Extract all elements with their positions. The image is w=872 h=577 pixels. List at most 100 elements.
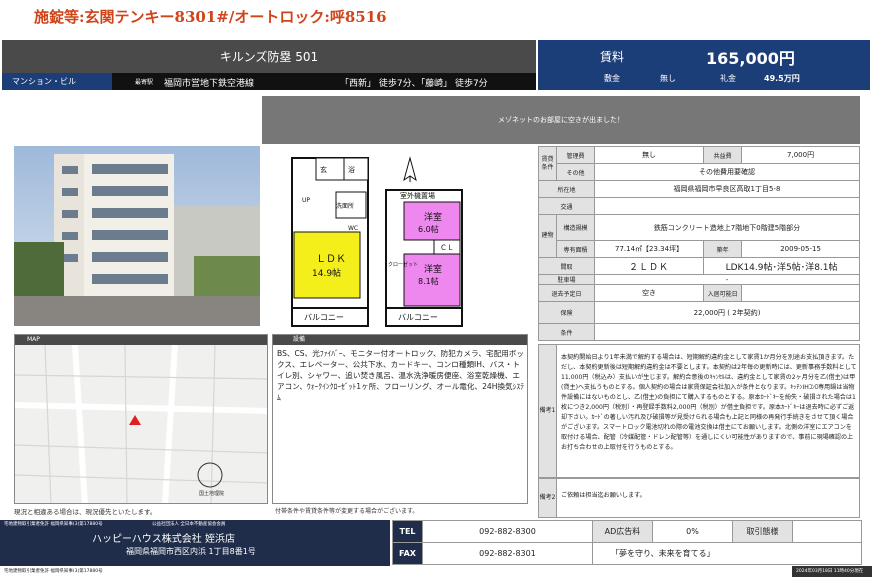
equipment-disclaimer: 付帯条件や賃貸条件等が変更する場合がございます。 <box>275 508 419 515</box>
fax-label: FAX <box>392 542 423 565</box>
area-label: 専有面積 <box>556 240 595 258</box>
property-header: キルンズ防塁 501 マンション・ビル 最寄駅 福岡市営地下鉄空港線 「西新」 … <box>2 40 536 90</box>
company-footer: 宅地建物取引業者免許 福岡県知事(3)第17880号 公益社団法人 全日本不動産… <box>0 520 872 566</box>
entrance-label: 玄 <box>320 165 327 174</box>
ldk-size: 14.9帖 <box>312 267 341 279</box>
common-fee-label: 共益費 <box>703 146 743 164</box>
utility-label: 室外機置場 <box>400 191 435 200</box>
remarks-2-text: ご依頼は担当迄お願いします。 <box>561 492 646 499</box>
map-scale: 国土地理院 <box>199 490 224 497</box>
structure-value: 鉄筋コンクリート造地上7階地下0階建5階部分 <box>594 214 860 241</box>
remarks-1-label: 備考1 <box>539 345 557 477</box>
property-type: マンション・ビル <box>2 73 112 90</box>
bottom-license: 宅地建物取引業者免許 福岡県知事(3)第17880号 <box>4 569 103 574</box>
movein-value: 空き <box>593 284 705 302</box>
bottom-bar: 宅地建物取引業者免許 福岡県知事(3)第17880号 2024年03月18日 1… <box>0 566 872 577</box>
balcony2-label: バルコニー <box>398 313 438 322</box>
deposit-label: 敷金 <box>604 74 620 83</box>
map-disclaimer: 現況と相違ある場合は、現況優先といたします。 <box>14 508 157 516</box>
wc-label: WC <box>348 225 358 232</box>
equipment-list: BS、CS、光ﾌｧｲﾊﾞｰ、モニター付オートロック、防犯カメラ、宅配用ボックス、… <box>277 349 525 402</box>
company-block: 宅地建物取引業者免許 福岡県知事(3)第17880号 公益社団法人 全日本不動産… <box>0 520 390 566</box>
rent-value: 165,000円 <box>706 49 795 68</box>
washroom-label: 洗面所 <box>336 202 354 210</box>
insurance-label: 保険 <box>538 301 595 324</box>
station-access: 「西新」 徒歩7分、「藤崎」 徒歩7分 <box>340 79 488 89</box>
equipment-header: 設備 <box>273 335 527 345</box>
bath-label: 浴 <box>348 165 355 174</box>
area-map: MAP 国土地理院 <box>14 334 268 504</box>
trade-label: 取引態様 <box>732 520 793 543</box>
map-header: MAP <box>15 335 267 345</box>
remarks-2: 備考2 ご依頼は担当迄お願いします。 <box>538 478 860 518</box>
transport-bar: マンション・ビル 最寄駅 福岡市営地下鉄空港線 「西新」 徒歩7分、「藤崎」 徒… <box>2 73 536 90</box>
balcony1-label: バルコニー <box>304 313 344 322</box>
conditions-label: 条件 <box>538 323 595 341</box>
insurance-value: 22,000円 ( 2年契約) <box>594 301 860 324</box>
price-header: 賃料 165,000円 敷金 無し 礼金 49.5万円 <box>538 40 870 90</box>
association: 公益社団法人 全日本不動産協会会員 <box>152 522 226 527</box>
layout-detail: LDK14.9帖･洋5帖･洋8.1帖 <box>703 257 860 275</box>
cl-label: ＣＬ <box>440 244 454 252</box>
line-label: 最寄駅 <box>135 79 154 86</box>
lock-info-note: 施錠等:玄関テンキー8301#/オートロック:呼8516 <box>34 8 387 26</box>
built-value: 2009-05-15 <box>741 240 860 258</box>
location-label: 所在地 <box>538 180 595 198</box>
structure-label: 構造規模 <box>556 214 595 241</box>
movein-label: 退去予定日 <box>538 284 595 302</box>
location-value: 福岡県福岡市早良区高取1丁目5-8 <box>594 180 860 198</box>
conditions-value <box>594 323 860 341</box>
western1-label: 洋室 <box>424 211 442 223</box>
rent-label: 賃料 <box>600 50 625 64</box>
movein-date-value <box>741 284 860 302</box>
remarks-1: 備考1 本契約開始日より1年未満で解約する場合は、短期解約違約金として家賃1か月… <box>538 344 860 478</box>
floor-plan: ＬＤＫ 14.9帖 洋室 6.0帖 洋室 8.1帖 ＣＬ 室外機置場 クローゼッ… <box>291 156 463 327</box>
license-number: 宅地建物取引業者免許 福岡県知事(3)第17880号 <box>4 522 103 527</box>
slogan: 「夢を守り、未来を育てる」 <box>592 542 862 565</box>
train-line: 福岡市営地下鉄空港線 <box>164 79 255 89</box>
western2-size: 8.1帖 <box>418 276 439 286</box>
mgmt-fee-label: 管理費 <box>556 146 595 164</box>
area-value: 77.14㎡【23.34坪】 <box>593 240 705 258</box>
ad-value: 0% <box>652 520 733 543</box>
other-label: その他 <box>556 163 595 181</box>
parking-label: 駐車場 <box>538 274 595 285</box>
contact-table: TEL 092-882-8300 AD広告料 0% 取引態様 FAX 092-8… <box>392 520 862 565</box>
trade-value <box>792 520 862 543</box>
remarks-2-label: 備考2 <box>539 479 557 517</box>
company-name: ハッピーハウス株式会社 姪浜店 <box>92 534 235 545</box>
equipment-box: 設備 BS、CS、光ﾌｧｲﾊﾞｰ、モニター付オートロック、防犯カメラ、宅配用ボッ… <box>272 334 528 504</box>
mgmt-fee-value: 無し <box>593 146 705 164</box>
timestamp: 2024年03月18日 11時40分現在 <box>796 569 864 574</box>
tel-value[interactable]: 092-882-8300 <box>422 520 593 543</box>
layout-label: 間取 <box>538 257 595 275</box>
western1-size: 6.0帖 <box>418 224 439 234</box>
common-fee-value: 7,000円 <box>741 146 860 164</box>
company-address: 福岡県福岡市西区内浜 1丁目8番1号 <box>126 547 256 556</box>
cost-group-label: 賃貸条件 <box>538 146 557 181</box>
vacancy-banner: メゾネットのお部屋に空きが出ました！ <box>262 96 860 144</box>
layout-value: ２ＬＤＫ <box>593 257 705 275</box>
bottom-timestamp-bar: 2024年03月18日 11時40分現在 <box>792 566 872 577</box>
remarks-1-text: 本契約開始日より1年未満で解約する場合は、短期解約違約金として家賃1か月分を別途… <box>561 354 857 451</box>
ldk-label: ＬＤＫ <box>316 254 346 265</box>
stairs-up-label: UP <box>302 197 310 204</box>
key-money-label: 礼金 <box>720 74 736 83</box>
closet-label: クローゼット <box>388 261 418 268</box>
transport-value <box>594 197 860 215</box>
parking-value: - <box>594 274 860 285</box>
movein-date-label: 入居可能日 <box>703 284 743 302</box>
ad-label: AD広告料 <box>592 520 653 543</box>
building-photo <box>14 146 260 326</box>
western2-label: 洋室 <box>424 263 442 275</box>
tel-label: TEL <box>392 520 423 543</box>
deposit-value: 無し <box>660 74 676 83</box>
fax-value: 092-882-8301 <box>422 542 593 565</box>
other-value: その他費用要確認 <box>594 163 860 181</box>
key-money-value: 49.5万円 <box>764 74 800 83</box>
built-label: 築年 <box>703 240 743 258</box>
transport-label: 交通 <box>538 197 595 215</box>
property-name: キルンズ防塁 501 <box>219 50 319 64</box>
spec-table: 賃貸条件 管理費 無し 共益費 7,000円 その他 その他費用要確認 所在地 … <box>538 146 860 341</box>
building-group-label: 建物 <box>538 214 557 258</box>
